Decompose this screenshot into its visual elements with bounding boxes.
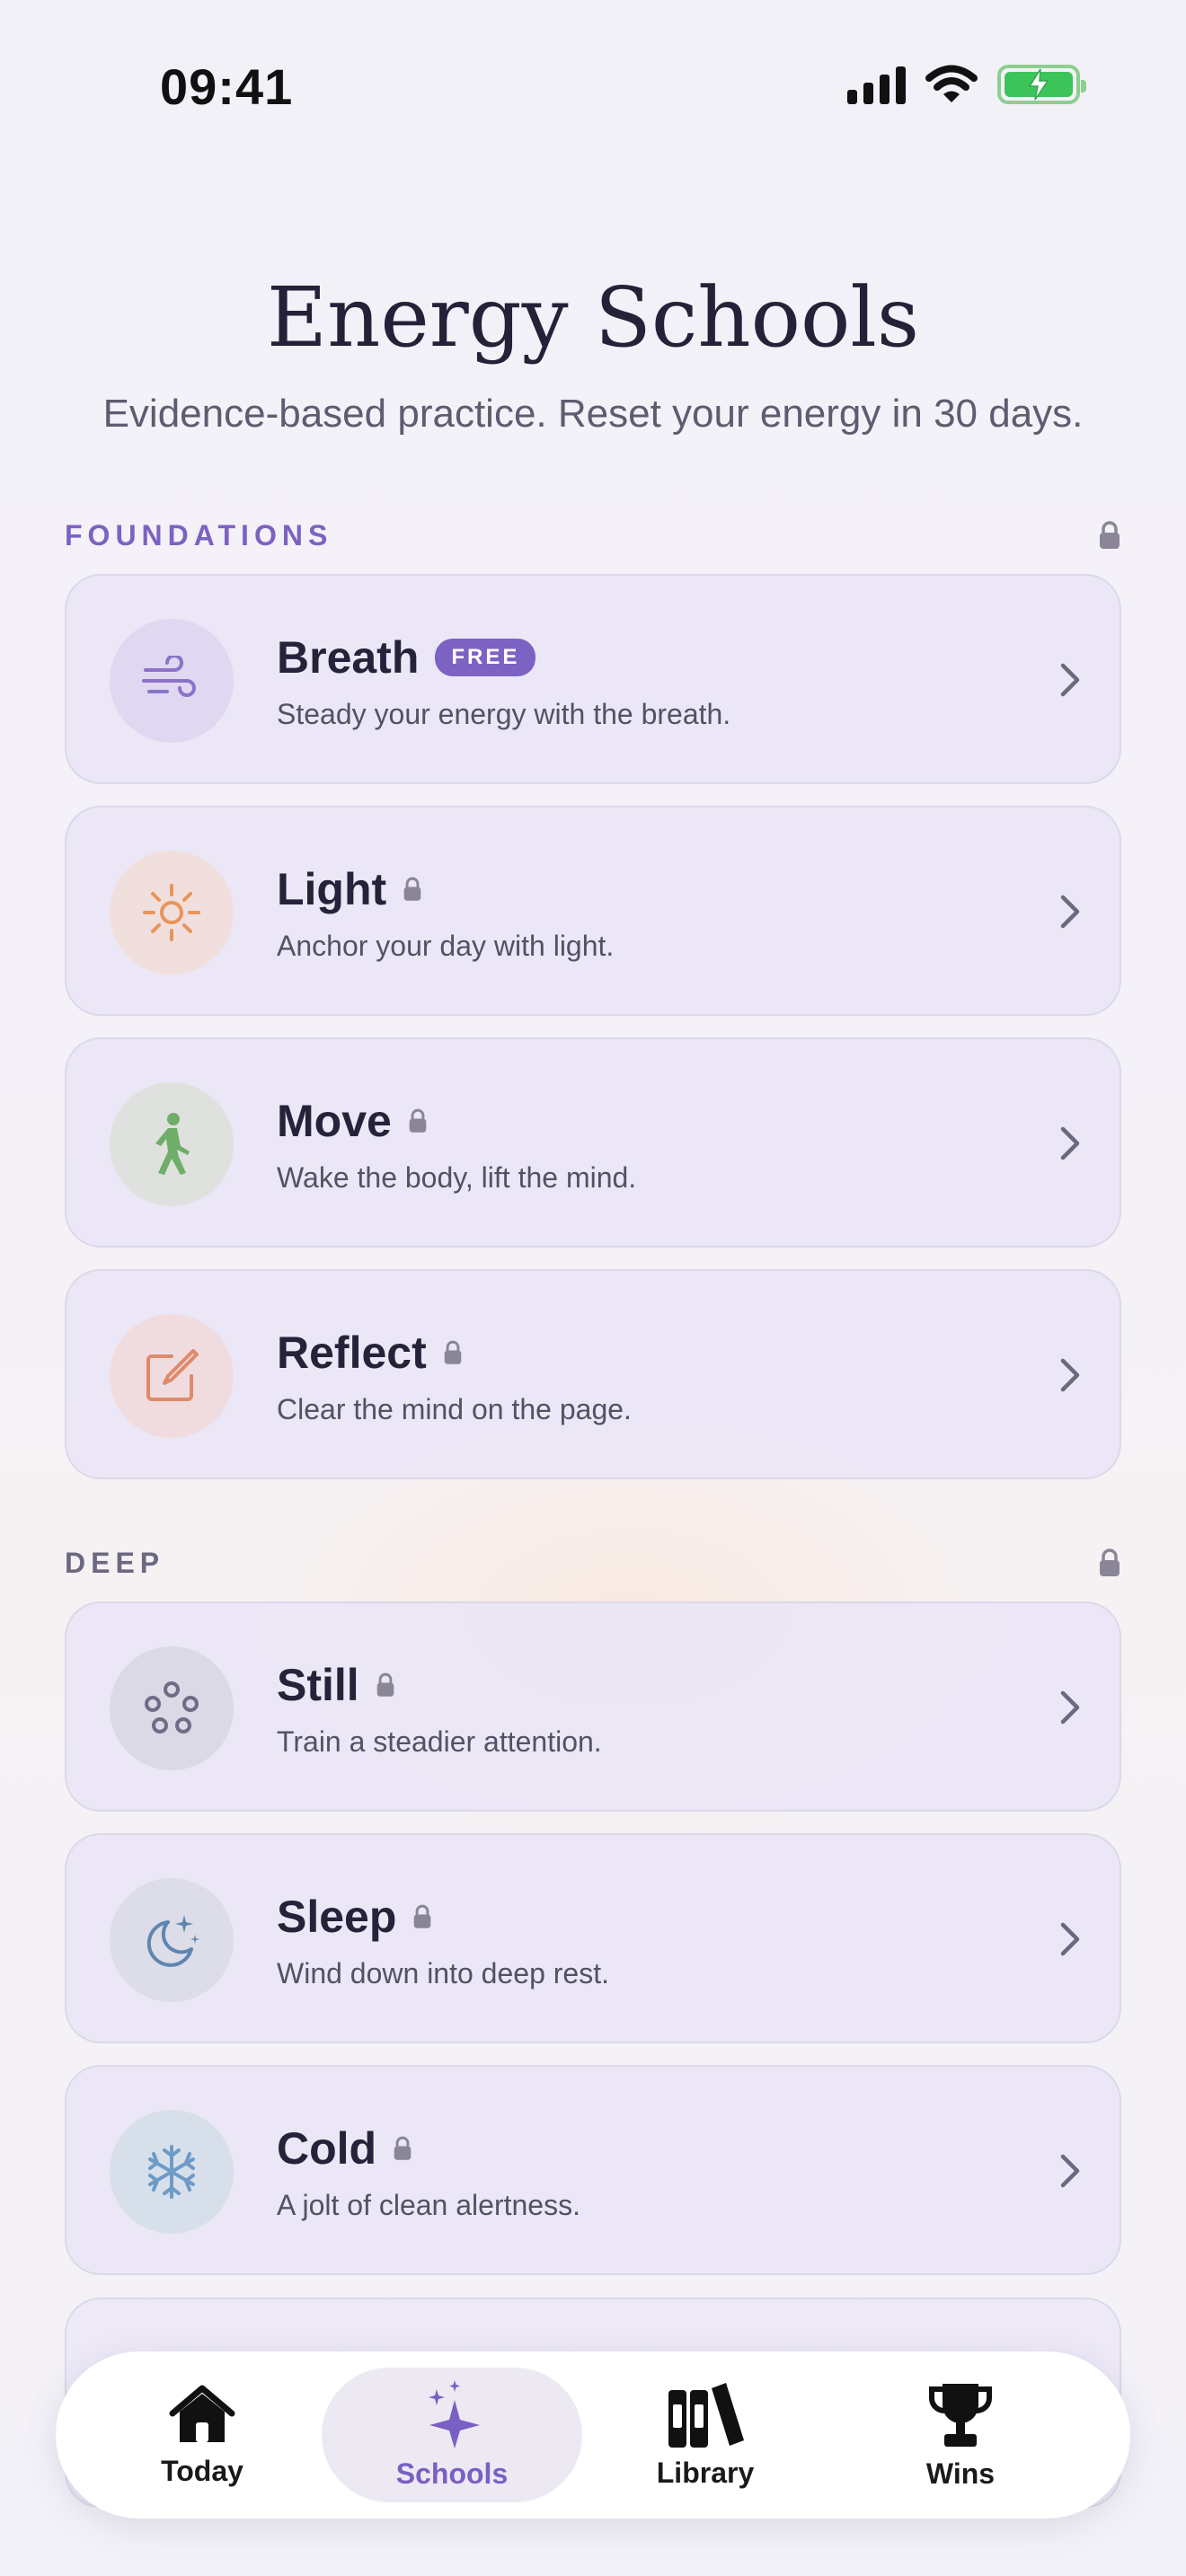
status-icons bbox=[847, 65, 1086, 104]
tab-label: Today bbox=[161, 2454, 243, 2487]
card-title-row: Light bbox=[277, 863, 422, 915]
chevron-right-icon bbox=[1060, 1358, 1080, 1392]
free-badge: FREE bbox=[435, 639, 536, 676]
card-title: Cold bbox=[277, 2123, 377, 2174]
tab-bar: Today Schools Library Wins bbox=[56, 2351, 1130, 2519]
card-subtitle: Anchor your day with light. bbox=[277, 930, 615, 962]
lock-icon bbox=[414, 1904, 431, 1928]
section-label-deep: DEEP bbox=[65, 1547, 165, 1579]
wifi-icon bbox=[925, 65, 978, 102]
section-lock-icon bbox=[1100, 521, 1120, 549]
card-title-row: Breath FREE bbox=[277, 631, 536, 684]
chevron-right-icon bbox=[1060, 1922, 1080, 1956]
chevron-right-icon bbox=[1060, 663, 1080, 697]
tab-today[interactable]: Today bbox=[72, 2368, 332, 2502]
tab-schools[interactable]: Schools bbox=[322, 2368, 582, 2502]
page-title: Energy Schools bbox=[266, 269, 920, 366]
school-card-still[interactable]: Still Train a steadier attention. bbox=[65, 1601, 1121, 1812]
card-title-row: Still bbox=[277, 1659, 395, 1711]
tab-library[interactable]: Library bbox=[575, 2368, 836, 2502]
lock-icon bbox=[394, 2136, 412, 2160]
chevron-right-icon bbox=[1060, 1126, 1080, 1160]
school-card-cold[interactable]: Cold A jolt of clean alertness. bbox=[65, 2065, 1121, 2275]
card-title: Breath bbox=[277, 632, 420, 683]
chevron-right-icon bbox=[1060, 1690, 1080, 1725]
lock-icon bbox=[409, 1108, 427, 1133]
card-subtitle: Train a steadier attention. bbox=[277, 1725, 602, 1758]
card-title: Move bbox=[277, 1096, 392, 1146]
snowflake-icon bbox=[110, 2110, 234, 2234]
card-title-row: Reflect bbox=[277, 1327, 463, 1379]
trophy-icon bbox=[929, 2383, 992, 2447]
chevron-right-icon bbox=[1060, 895, 1080, 929]
page-subtitle: Evidence-based practice. Reset your ener… bbox=[102, 392, 1084, 436]
status-time: 09:41 bbox=[160, 58, 294, 115]
card-title: Reflect bbox=[277, 1328, 427, 1378]
battery-charging-icon bbox=[997, 65, 1086, 104]
wind-icon bbox=[110, 619, 234, 743]
card-title-row: Cold bbox=[277, 2122, 412, 2175]
sun-icon bbox=[110, 851, 234, 975]
house-icon bbox=[169, 2385, 235, 2442]
compose-icon bbox=[110, 1314, 234, 1438]
circles-icon bbox=[110, 1646, 234, 1770]
school-card-breath[interactable]: Breath FREE Steady your energy with the … bbox=[65, 574, 1121, 784]
lock-icon bbox=[403, 877, 421, 901]
chevron-right-icon bbox=[1060, 2154, 1080, 2188]
books-icon bbox=[668, 2382, 744, 2448]
lock-icon bbox=[376, 1672, 394, 1697]
cellular-signal-icon bbox=[847, 65, 906, 104]
tab-label: Wins bbox=[925, 2457, 996, 2490]
school-card-move[interactable]: Move Wake the body, lift the mind. bbox=[65, 1037, 1121, 1248]
sparkle-icon bbox=[429, 2379, 480, 2448]
section-label-foundations: FOUNDATIONS bbox=[65, 519, 333, 551]
card-subtitle: A jolt of clean alertness. bbox=[277, 2189, 580, 2221]
card-title: Still bbox=[277, 1660, 359, 1710]
status-bar: 09:41 bbox=[0, 0, 1186, 171]
tab-label: Library bbox=[656, 2456, 755, 2489]
school-card-light[interactable]: Light Anchor your day with light. bbox=[65, 806, 1121, 1016]
card-subtitle: Clear the mind on the page. bbox=[277, 1393, 632, 1425]
card-title-row: Sleep bbox=[277, 1891, 432, 1943]
tab-label: Schools bbox=[395, 2457, 509, 2490]
section-lock-icon bbox=[1100, 1548, 1120, 1576]
tab-wins[interactable]: Wins bbox=[830, 2368, 1091, 2502]
card-subtitle: Wake the body, lift the mind. bbox=[277, 1161, 637, 1194]
card-title-row: Move bbox=[277, 1095, 428, 1147]
school-card-sleep[interactable]: Sleep Wind down into deep rest. bbox=[65, 1833, 1121, 2043]
card-title: Light bbox=[277, 864, 387, 914]
lock-icon bbox=[444, 1340, 462, 1364]
walking-person-icon bbox=[110, 1082, 234, 1206]
moon-stars-icon bbox=[110, 1878, 234, 2002]
school-card-reflect[interactable]: Reflect Clear the mind on the page. bbox=[65, 1269, 1121, 1479]
card-subtitle: Wind down into deep rest. bbox=[277, 1957, 609, 1989]
card-subtitle: Steady your energy with the breath. bbox=[277, 698, 731, 730]
card-title: Sleep bbox=[277, 1892, 397, 1942]
